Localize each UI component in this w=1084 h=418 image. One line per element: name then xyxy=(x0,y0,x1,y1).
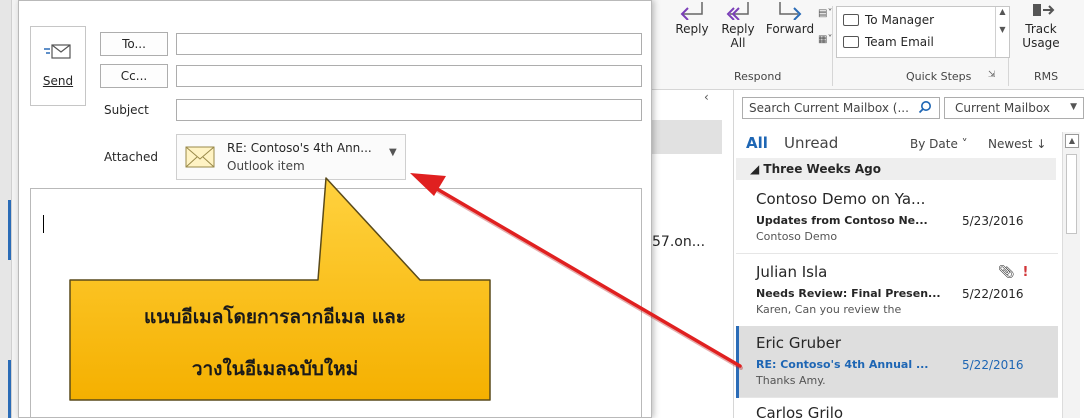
callout-text-line-2: วางในอีเมลฉบับใหม่ xyxy=(191,358,359,380)
callout-text-line-1: แนบอีเมลโดยการลากอีเมล และ xyxy=(143,306,407,328)
